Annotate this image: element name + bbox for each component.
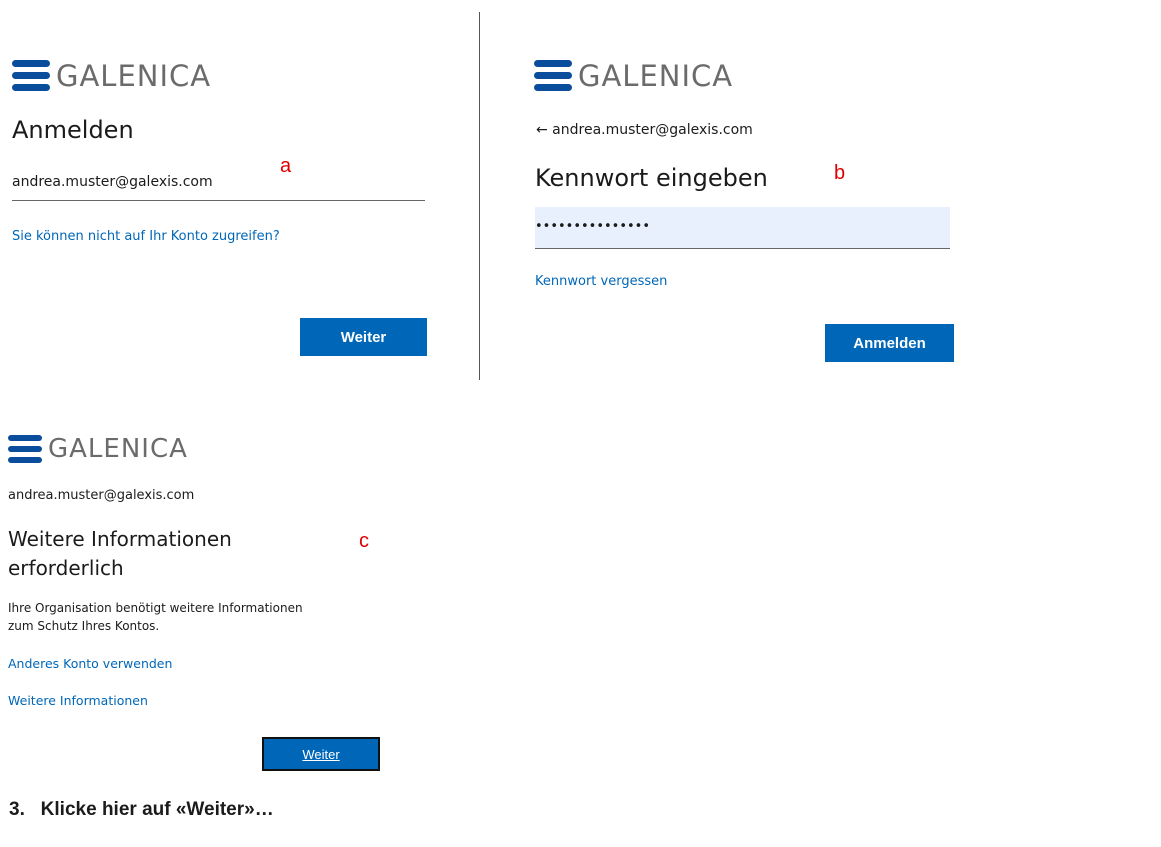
annotation-marker-a: a	[280, 155, 292, 177]
back-email-link[interactable]: ← andrea.muster@galexis.com	[536, 122, 753, 138]
account-email: andrea.muster@galexis.com	[8, 488, 195, 503]
panel-divider	[479, 12, 480, 380]
continue-button[interactable]: Weiter	[262, 737, 380, 771]
more-information-link[interactable]: Weitere Informationen	[8, 693, 148, 708]
menu-bars-icon	[534, 58, 572, 94]
more-info-heading-line2: erforderlich	[8, 556, 124, 580]
logo-text: GALENICA	[578, 59, 734, 93]
galenica-logo: GALENICA	[12, 58, 211, 94]
forgot-password-link[interactable]: Kennwort vergessen	[535, 274, 667, 289]
logo-text: GALENICA	[56, 59, 212, 93]
use-other-account-link[interactable]: Anderes Konto verwenden	[8, 656, 172, 671]
info-text-line1: Ihre Organisation benötigt weitere Infor…	[8, 601, 303, 615]
email-field[interactable]: andrea.muster@galexis.com	[12, 168, 425, 201]
password-heading: Kennwort eingeben	[535, 164, 768, 192]
menu-bars-icon	[8, 433, 42, 465]
account-help-link[interactable]: Sie können nicht auf Ihr Konto zugreifen…	[12, 229, 280, 244]
instruction-text: 3. Klicke hier auf «Weiter»…	[9, 799, 274, 820]
galenica-logo-b: GALENICA	[534, 58, 733, 94]
annotation-marker-c: c	[359, 530, 369, 552]
menu-bars-icon	[12, 58, 50, 94]
password-field[interactable]: •••••••••••••••	[535, 207, 950, 249]
more-info-heading-line1: Weitere Informationen	[8, 527, 232, 551]
next-button[interactable]: Weiter	[300, 318, 427, 356]
email-value: andrea.muster@galexis.com	[12, 174, 213, 190]
continue-button-label: Weiter	[302, 746, 340, 762]
galenica-logo-c: GALENICA	[8, 433, 188, 465]
signin-heading: Anmelden	[12, 116, 134, 144]
password-mask: •••••••••••••••	[535, 219, 651, 234]
info-text-line2: zum Schutz Ihres Kontos.	[8, 619, 160, 633]
signin-button[interactable]: Anmelden	[825, 324, 954, 362]
annotation-marker-b: b	[834, 162, 846, 184]
logo-text: GALENICA	[48, 434, 188, 464]
